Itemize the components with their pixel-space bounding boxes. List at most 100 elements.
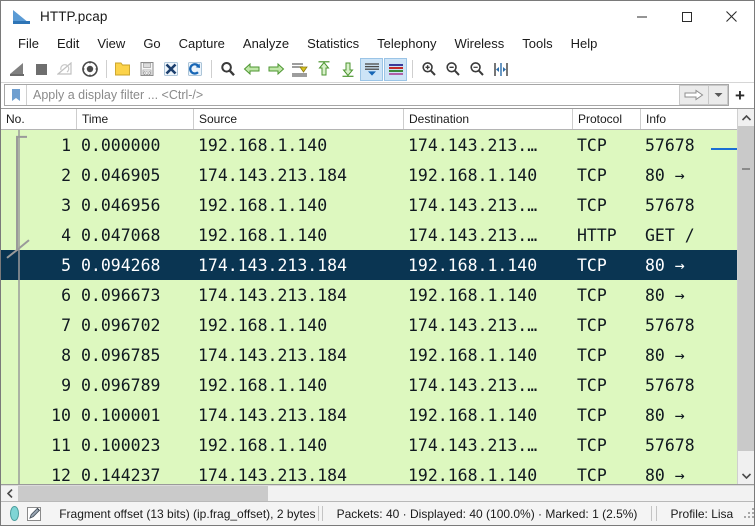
cell-protocol: TCP: [577, 405, 607, 425]
wireshark-window: HTTP.pcap File Edit View Go Capture Anal…: [0, 0, 755, 526]
cell-info: 80 →: [645, 345, 685, 365]
profile-text[interactable]: Profile: Lisa: [659, 507, 744, 521]
capture-options-button[interactable]: [78, 58, 101, 81]
menu-capture[interactable]: Capture: [170, 34, 234, 54]
close-file-button[interactable]: [159, 58, 182, 81]
filter-history-dropdown[interactable]: [709, 85, 728, 105]
autoscroll-toggle[interactable]: [360, 57, 383, 81]
table-row[interactable]: 11 0.100023 192.168.1.140 174.143.213.… TCP 5…: [1, 430, 737, 460]
column-header-no[interactable]: No.: [1, 109, 77, 129]
close-button[interactable]: [709, 1, 754, 32]
cell-source: 174.143.213.184: [198, 405, 348, 425]
cell-time: 0.047068: [81, 225, 161, 245]
scroll-left-button[interactable]: [1, 486, 18, 501]
restart-capture-button[interactable]: [54, 58, 77, 81]
table-row[interactable]: 10 0.100001 174.143.213.184 192.168.1.140 TC…: [1, 400, 737, 430]
cell-time: 0.046905: [81, 165, 161, 185]
zoom-in-button[interactable]: [417, 58, 440, 81]
go-to-packet-button[interactable]: [288, 58, 311, 81]
column-header-source[interactable]: Source: [194, 109, 404, 129]
separator-3: [412, 60, 413, 78]
expert-info-bubble-icon[interactable]: [10, 506, 20, 521]
column-header-info[interactable]: Info: [641, 109, 721, 129]
zoom-reset-button[interactable]: [465, 58, 488, 81]
menu-view[interactable]: View: [88, 34, 134, 54]
reload-file-button[interactable]: [183, 58, 206, 81]
apply-filter-button[interactable]: [679, 85, 709, 105]
table-row[interactable]: 5 0.094268 174.143.213.184 192.168.1.140 TCP…: [1, 250, 737, 280]
stop-capture-button[interactable]: [30, 58, 53, 81]
horizontal-scrollbar-thumb[interactable]: [18, 486, 268, 501]
search-input[interactable]: Apply a display filter ... <Ctrl-/>: [27, 88, 679, 102]
menu-wireless[interactable]: Wireless: [445, 34, 513, 54]
save-file-button[interactable]: 010: [135, 58, 158, 81]
go-to-last-button[interactable]: [336, 58, 359, 81]
column-header-destination[interactable]: Destination: [404, 109, 573, 129]
cell-time: 0.096789: [81, 375, 161, 395]
menu-telephony[interactable]: Telephony: [368, 34, 445, 54]
cell-info: 57678: [645, 315, 695, 335]
table-row[interactable]: 2 0.046905 174.143.213.184 192.168.1.140 TCP…: [1, 160, 737, 190]
vertical-scrollbar-thumb[interactable]: [738, 126, 754, 451]
table-row[interactable]: 8 0.096785 174.143.213.184 192.168.1.140 TCP…: [1, 340, 737, 370]
table-row[interactable]: 6 0.096673 174.143.213.184 192.168.1.140 TCP…: [1, 280, 737, 310]
table-row[interactable]: 9 0.096789 192.168.1.140 174.143.213.… TCP 57…: [1, 370, 737, 400]
scroll-down-button[interactable]: [738, 467, 754, 484]
table-row[interactable]: 4 0.047068 192.168.1.140 174.143.213.… HTTP G…: [1, 220, 737, 250]
go-to-first-button[interactable]: [312, 58, 335, 81]
menu-file[interactable]: File: [9, 34, 48, 54]
go-forward-button[interactable]: [264, 58, 287, 81]
scroll-up-button[interactable]: [738, 109, 754, 126]
cell-no: 12: [51, 465, 71, 485]
chevron-down-icon: [714, 93, 722, 97]
menu-analyze[interactable]: Analyze: [234, 34, 298, 54]
menu-edit[interactable]: Edit: [48, 34, 88, 54]
cell-no: 9: [61, 375, 71, 395]
add-filter-button[interactable]: +: [729, 84, 751, 106]
resize-columns-button[interactable]: [489, 58, 512, 81]
table-row[interactable]: 7 0.096702 192.168.1.140 174.143.213.… TCP 57…: [1, 310, 737, 340]
cell-info: 57678: [645, 195, 695, 215]
menu-go[interactable]: Go: [134, 34, 169, 54]
menu-statistics[interactable]: Statistics: [298, 34, 368, 54]
go-back-button[interactable]: [240, 58, 263, 81]
cell-info: 57678: [645, 375, 695, 395]
cell-source: 192.168.1.140: [198, 195, 328, 215]
vertical-scrollbar-track[interactable]: [738, 126, 754, 467]
display-filter-box[interactable]: Apply a display filter ... <Ctrl-/>: [4, 84, 729, 106]
cell-destination: 174.143.213.…: [408, 225, 538, 245]
horizontal-scrollbar[interactable]: [1, 485, 754, 501]
wireshark-fin-icon: [13, 9, 31, 24]
vertical-scrollbar[interactable]: [737, 109, 754, 484]
chevron-left-icon: [6, 489, 13, 498]
cell-info: 57678: [645, 135, 695, 155]
table-row[interactable]: 12 0.144237 174.143.213.184 192.168.1.140 TC…: [1, 460, 737, 484]
minimize-button[interactable]: [619, 1, 664, 32]
status-divider-1: [317, 506, 319, 521]
cell-info: GET /: [645, 225, 695, 245]
open-file-button[interactable]: [111, 58, 134, 81]
bookmark-icon[interactable]: [5, 85, 27, 105]
resize-columns-icon: [493, 62, 508, 76]
menu-help[interactable]: Help: [562, 34, 607, 54]
cell-info: 80 →: [645, 405, 685, 425]
cell-source: 174.143.213.184: [198, 465, 348, 485]
maximize-button[interactable]: [664, 1, 709, 32]
colorize-toggle[interactable]: [384, 57, 407, 81]
column-header-time[interactable]: Time: [77, 109, 194, 129]
cell-time: 0.096785: [81, 345, 161, 365]
column-header-protocol[interactable]: Protocol: [573, 109, 641, 129]
zoom-out-button[interactable]: [441, 58, 464, 81]
cell-source: 174.143.213.184: [198, 255, 348, 275]
edit-pencil-icon[interactable]: [26, 506, 43, 522]
start-capture-button[interactable]: [6, 58, 29, 81]
table-row[interactable]: 3 0.046956 192.168.1.140 174.143.213.… TCP 57…: [1, 190, 737, 220]
cell-time: 0.100023: [81, 435, 161, 455]
table-row[interactable]: 1 0.000000 192.168.1.140 174.143.213.… TCP 57…: [1, 130, 737, 160]
resize-grip-icon[interactable]: [743, 507, 755, 521]
scrollbar-marked-tick: [742, 168, 750, 170]
menu-tools[interactable]: Tools: [513, 34, 561, 54]
horizontal-scrollbar-track[interactable]: [18, 486, 737, 501]
find-packet-button[interactable]: [216, 58, 239, 81]
cell-source: 192.168.1.140: [198, 375, 328, 395]
